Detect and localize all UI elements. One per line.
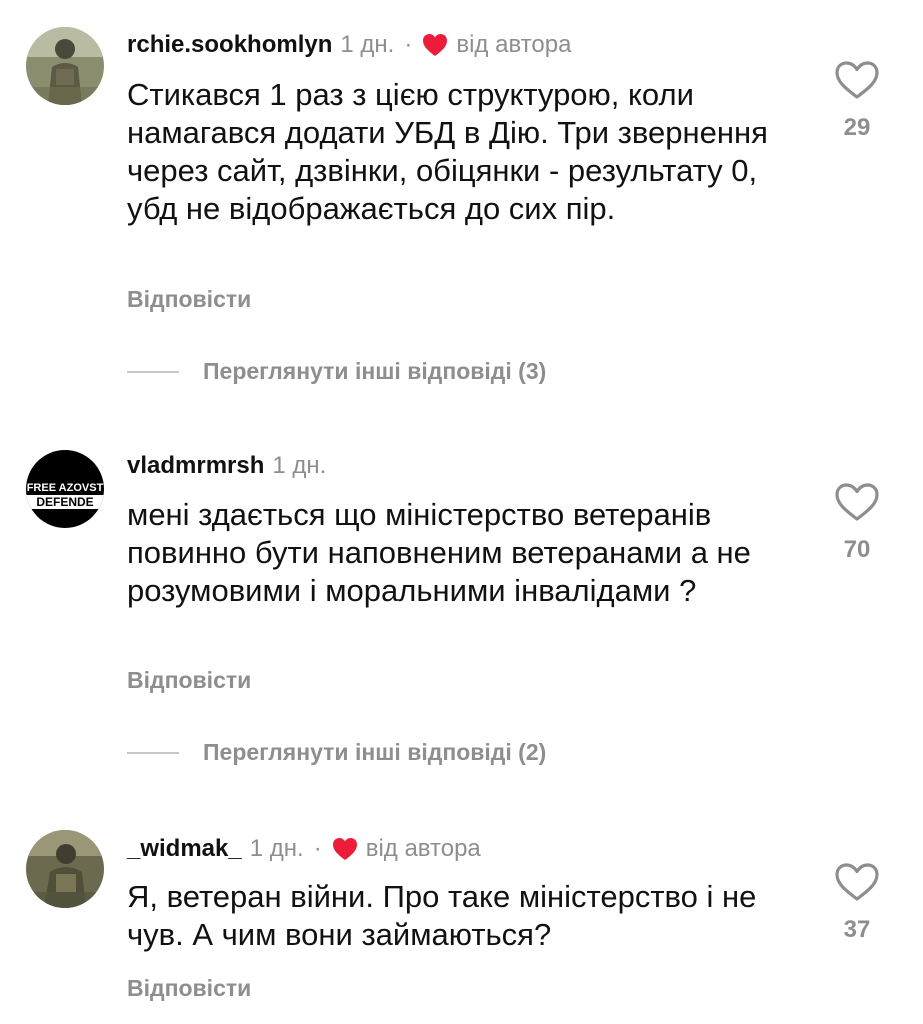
avatar[interactable] <box>26 27 104 105</box>
heart-outline-icon[interactable] <box>834 60 880 100</box>
timestamp: 1 дн. <box>340 31 395 58</box>
separator-dot: · <box>313 835 322 862</box>
soldier-photo-avatar-icon <box>26 830 104 908</box>
avatar[interactable] <box>26 830 104 908</box>
like-count: 70 <box>843 536 871 563</box>
comment-header: _widmak_ 1 дн. · від автора <box>127 834 481 864</box>
heart-filled-icon <box>422 33 448 57</box>
like-control: 29 <box>834 60 880 142</box>
author-liked-label: від автора <box>365 835 481 862</box>
separator-dot: · <box>404 31 413 58</box>
soldier-photo-avatar-icon <box>26 27 104 105</box>
timestamp: 1 дн. <box>272 452 327 479</box>
divider-line <box>127 751 179 754</box>
view-more-replies[interactable]: Переглянути інші відповіді (3) <box>127 358 546 385</box>
like-control: 70 <box>834 482 880 564</box>
like-control: 37 <box>834 862 880 944</box>
reply-button[interactable]: Відповісти <box>127 667 251 694</box>
view-more-replies-label: Переглянути інші відповіді (2) <box>203 739 547 765</box>
username[interactable]: _widmak_ <box>127 834 242 864</box>
comment-text: Стикався 1 раз з цією структурою, коли н… <box>127 77 768 226</box>
username[interactable]: vladmrmrsh <box>127 451 264 481</box>
comment-header: rchie.sookhomlyn 1 дн. · від автора <box>127 30 571 60</box>
view-more-replies[interactable]: Переглянути інші відповіді (2) <box>127 739 546 766</box>
avatar-text-bottom: DEFENDE <box>36 495 93 509</box>
like-count: 37 <box>843 916 871 943</box>
heart-outline-icon[interactable] <box>834 862 880 902</box>
username[interactable]: rchie.sookhomlyn <box>127 30 332 60</box>
free-azovstal-defenders-avatar-icon: FREE AZOVST DEFENDE <box>26 450 104 528</box>
like-count: 29 <box>843 114 871 141</box>
avatar-text-top: FREE AZOVST <box>27 482 104 494</box>
view-more-replies-label: Переглянути інші відповіді (3) <box>203 358 547 384</box>
reply-button[interactable]: Відповісти <box>127 286 251 313</box>
comment-text: мені здається що міністерство ветеранів … <box>127 497 751 608</box>
timestamp: 1 дн. <box>249 835 304 862</box>
heart-filled-icon <box>332 837 358 861</box>
author-liked-label: від автора <box>456 31 572 58</box>
reply-button[interactable]: Відповісти <box>127 975 251 1002</box>
comment-header: vladmrmrsh 1 дн. <box>127 451 326 481</box>
comment-text: Я, ветеран війни. Про таке міністерство … <box>127 879 757 952</box>
divider-line <box>127 370 179 373</box>
heart-outline-icon[interactable] <box>834 482 880 522</box>
avatar[interactable]: FREE AZOVST DEFENDE <box>26 450 104 528</box>
